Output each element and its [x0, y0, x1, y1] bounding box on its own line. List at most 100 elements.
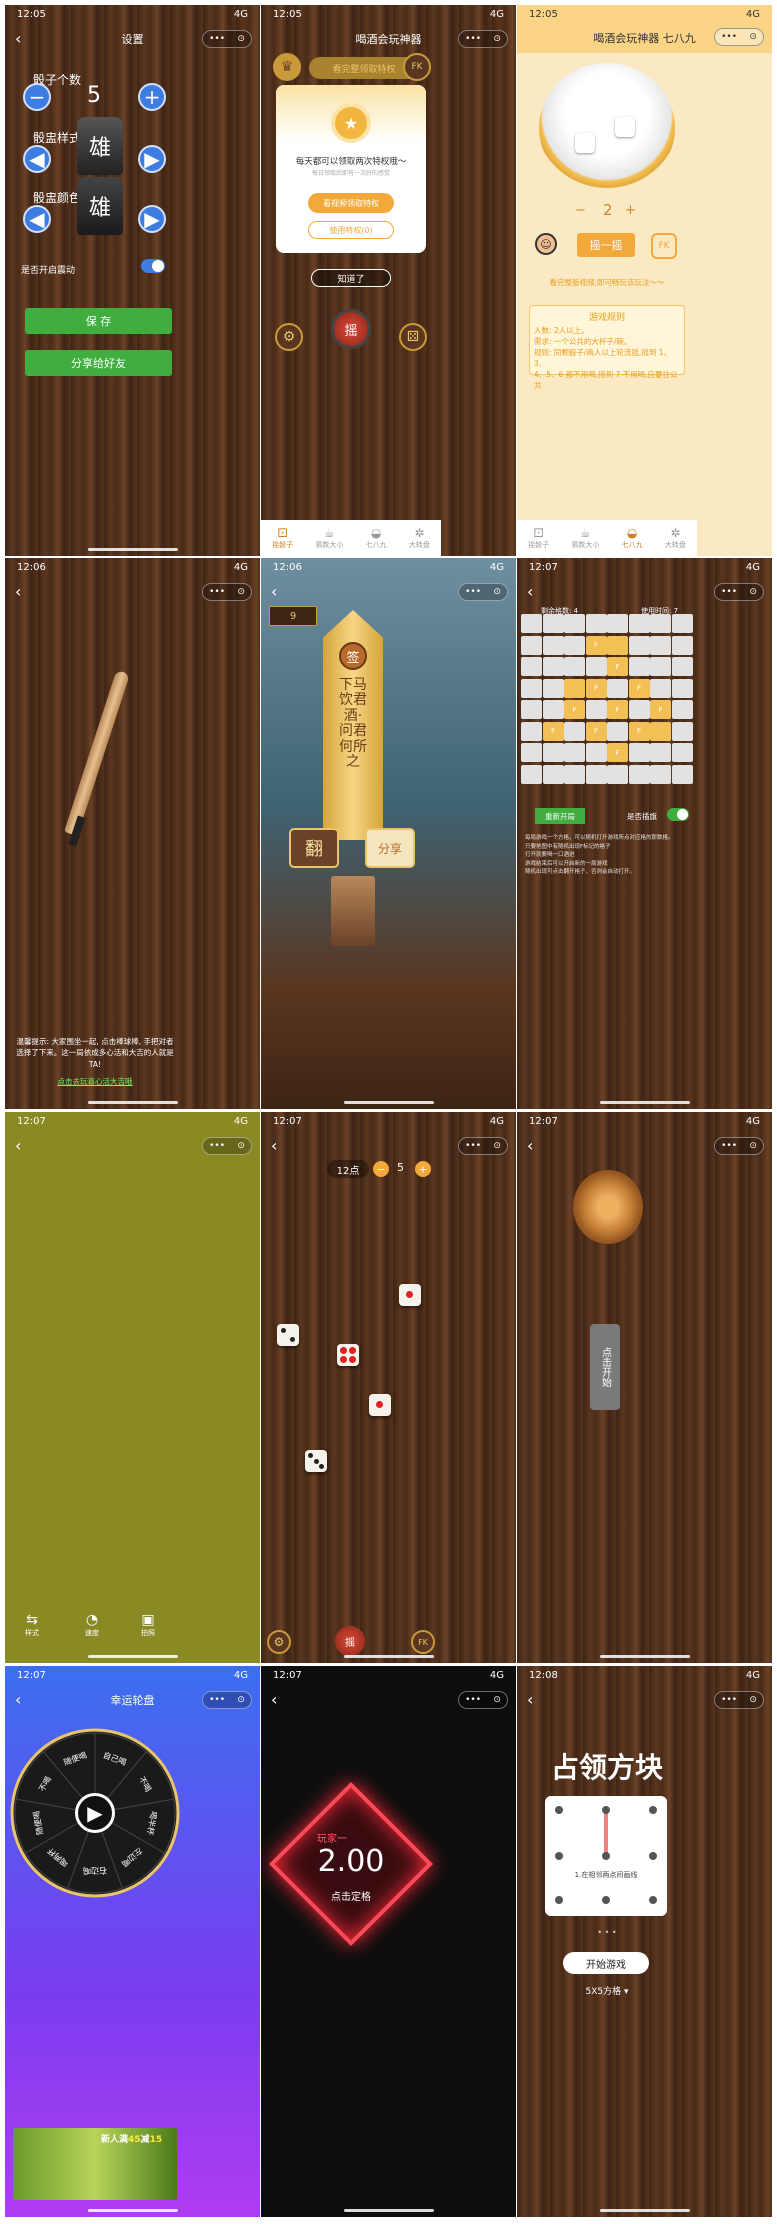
share-button[interactable]: 分享给好友	[25, 350, 172, 376]
grid-dot[interactable]	[602, 1896, 610, 1904]
mine-cell[interactable]	[650, 678, 671, 698]
style-tool[interactable]: ⇆ 样式	[25, 1612, 39, 1638]
prev-style-button[interactable]: ◀	[23, 145, 51, 173]
mine-cell[interactable]	[521, 764, 542, 784]
share-button[interactable]: 分享	[365, 828, 415, 868]
close-icon[interactable]: ⊙	[749, 587, 757, 597]
restart-button[interactable]: 重新开局	[535, 808, 585, 824]
mine-cell[interactable]: F	[585, 678, 607, 698]
mine-cell[interactable]: F	[607, 657, 628, 676]
close-icon[interactable]: ⊙	[237, 1141, 245, 1151]
mine-cell[interactable]	[564, 657, 585, 676]
mine-cell[interactable]: F	[607, 743, 628, 762]
dice-icon[interactable]: ⚄	[399, 323, 427, 351]
increase-button[interactable]: +	[138, 83, 166, 111]
tab-dice[interactable]: ⚀ 摇骰子	[528, 526, 549, 550]
capsule-menu[interactable]: ••• ⊙	[458, 30, 508, 48]
crown-icon[interactable]: ♛	[273, 53, 301, 81]
increase-button[interactable]: +	[415, 1161, 431, 1177]
close-icon[interactable]: ⊙	[237, 34, 245, 44]
mine-cell[interactable]	[585, 657, 607, 676]
mine-cell[interactable]	[628, 635, 650, 655]
close-icon[interactable]: ⊙	[237, 1695, 245, 1705]
mine-cell[interactable]	[671, 721, 693, 741]
shake-button[interactable]: 摇	[331, 309, 371, 349]
more-icon[interactable]: •••	[465, 1141, 481, 1151]
speed-tool[interactable]: ◔ 速度	[85, 1612, 99, 1638]
mine-cell[interactable]	[564, 764, 585, 784]
mine-cell[interactable]	[628, 743, 650, 762]
tab-dice[interactable]: ⚀ 摇骰子	[272, 526, 293, 550]
back-icon[interactable]: ‹	[271, 1136, 277, 1155]
ad-banner[interactable]: 新人满45减15	[13, 2128, 177, 2200]
close-icon[interactable]: ⊙	[493, 587, 501, 597]
capsule-menu[interactable]: ••• ⊙	[714, 28, 764, 46]
back-icon[interactable]: ‹	[527, 582, 533, 601]
more-icon[interactable]: •••	[721, 1695, 737, 1705]
fk-icon[interactable]: FK	[403, 53, 431, 81]
capsule-menu[interactable]: ••• ⊙	[714, 583, 764, 601]
mine-cell[interactable]: F	[564, 700, 585, 719]
capsule-menu[interactable]: ••• ⊙	[458, 1691, 508, 1709]
baseball-bat[interactable]	[64, 669, 130, 837]
grid-dot[interactable]	[555, 1896, 563, 1904]
mine-cell[interactable]	[671, 700, 693, 719]
mine-cell[interactable]	[564, 635, 585, 655]
back-icon[interactable]: ‹	[15, 1690, 21, 1709]
mine-cell[interactable]	[650, 614, 671, 633]
back-icon[interactable]: ‹	[15, 29, 21, 48]
capsule-menu[interactable]: ••• ⊙	[458, 1137, 508, 1155]
back-icon[interactable]: ‹	[271, 582, 277, 601]
capsule-menu[interactable]: ••• ⊙	[202, 30, 252, 48]
avatar-icon[interactable]: ☺	[535, 233, 557, 255]
mine-cell[interactable]	[671, 764, 693, 784]
mine-cell[interactable]	[542, 657, 564, 676]
know-button[interactable]: 知道了	[311, 269, 391, 287]
mine-cell[interactable]: F	[585, 635, 607, 655]
mine-cell[interactable]	[521, 678, 542, 698]
mine-cell[interactable]	[650, 764, 671, 784]
grid-dot[interactable]	[649, 1806, 657, 1814]
mine-cell[interactable]	[628, 700, 650, 719]
mine-cell[interactable]	[585, 743, 607, 762]
mine-cell[interactable]: F	[628, 678, 650, 698]
decrease-button[interactable]: −	[23, 83, 51, 111]
mine-cell[interactable]	[564, 743, 585, 762]
start-game-button[interactable]: 开始游戏	[563, 1952, 649, 1974]
mine-cell[interactable]: F	[650, 700, 671, 719]
mine-cell[interactable]	[628, 764, 650, 784]
next-color-button[interactable]: ▶	[138, 205, 166, 233]
mine-cell[interactable]	[564, 614, 585, 633]
close-icon[interactable]: ⊙	[493, 1695, 501, 1705]
tab-wheel[interactable]: ✲ 大转盘	[409, 526, 430, 550]
photo-tool[interactable]: ▣ 拍照	[141, 1612, 155, 1638]
flag-toggle[interactable]	[667, 808, 689, 821]
mine-cell[interactable]	[607, 764, 628, 784]
mine-cell[interactable]	[542, 743, 564, 762]
game-link[interactable]: 点击去玩喜心活大吉哦	[15, 1076, 175, 1087]
grid-dot[interactable]	[649, 1896, 657, 1904]
mine-cell[interactable]	[607, 721, 628, 741]
close-icon[interactable]: ⊙	[237, 587, 245, 597]
grid-size-select[interactable]: 5X5方格 ▾	[517, 1984, 697, 1997]
mine-cell[interactable]	[628, 657, 650, 676]
fk-icon[interactable]: FK	[411, 1630, 435, 1654]
mine-cell[interactable]	[542, 614, 564, 633]
mine-cell[interactable]	[607, 614, 628, 633]
mine-cell[interactable]	[564, 721, 585, 741]
capsule-menu[interactable]: ••• ⊙	[714, 1691, 764, 1709]
flip-button[interactable]: 翻	[289, 828, 339, 868]
back-icon[interactable]: ‹	[15, 582, 21, 601]
more-icon[interactable]: •••	[209, 34, 225, 44]
mine-cell[interactable]	[521, 721, 542, 741]
mine-cell[interactable]: F	[585, 721, 607, 741]
more-icon[interactable]: •••	[209, 1141, 225, 1151]
mine-cell[interactable]	[650, 657, 671, 676]
mine-cell[interactable]	[671, 614, 693, 633]
grid-dot[interactable]	[555, 1852, 563, 1860]
dice-cup-top[interactable]	[573, 1170, 643, 1244]
tab-guess[interactable]: ☕ 猜数大小	[315, 526, 343, 550]
mine-cell[interactable]	[671, 678, 693, 698]
settings-icon[interactable]: ⚙	[275, 323, 303, 351]
shake-button[interactable]: 摇	[335, 1626, 365, 1656]
